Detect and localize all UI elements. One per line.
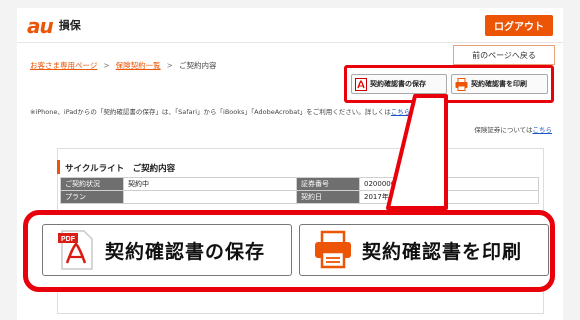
pdf-large-icon: PDF: [53, 230, 99, 270]
breadcrumb-current: ご契約内容: [178, 61, 217, 70]
contract-section-title: サイクルライト ご契約内容: [65, 164, 176, 174]
table-header-cell: プラン: [60, 190, 124, 204]
au-sonpo-logo[interactable]: au 損保: [27, 16, 81, 36]
breadcrumb: お客さま専用ページ > 保険契約一覧 > ご契約内容: [30, 60, 216, 71]
contract-info-table: ご契約状況 契約中 証券番号 020000631 00000 プラン 契約日 2…: [60, 177, 539, 204]
breadcrumb-separator: >: [103, 61, 110, 70]
back-button[interactable]: 前のページへ戻る: [453, 45, 555, 65]
table-cell: 020000631 00000: [359, 177, 539, 191]
save-confirmation-button[interactable]: 契約確認書の保存: [351, 74, 447, 94]
breadcrumb-contract-list-link[interactable]: 保険契約一覧: [116, 60, 161, 71]
policy-note: 保険証券についてはこちら: [474, 124, 552, 134]
logo-text: 損保: [58, 19, 81, 32]
policy-link[interactable]: こちら: [533, 126, 553, 134]
table-cell: 契約中: [123, 177, 297, 191]
logo-mark: au: [27, 14, 54, 38]
logout-button[interactable]: ログアウト: [485, 15, 553, 36]
section-title-accent: [57, 160, 60, 174]
print-button-label: 契約確認書を印刷: [471, 80, 527, 88]
printer-icon: [455, 77, 468, 91]
callout-save-button[interactable]: PDF 契約確認書の保存: [42, 224, 292, 276]
faq-link[interactable]: こちら(FAQ): [391, 108, 428, 116]
policy-note-text: 保険証券については: [474, 126, 533, 134]
callout-save-label: 契約確認書の保存: [105, 240, 266, 263]
print-confirmation-button[interactable]: 契約確認書を印刷: [451, 74, 548, 94]
iphone-note-text: ※iPhone、iPadからの「契約確認書の保存」は、「Safari」から「iB…: [30, 108, 391, 116]
pdf-icon: [355, 77, 367, 91]
iphone-note: ※iPhone、iPadからの「契約確認書の保存」は、「Safari」から「iB…: [30, 106, 428, 116]
breadcrumb-separator: >: [166, 61, 173, 70]
table-cell: [123, 190, 297, 204]
table-header-cell: 契約日: [296, 190, 360, 204]
table-row: ご契約状況 契約中 証券番号 020000631 00000: [60, 177, 539, 191]
callout-print-label: 契約確認書を印刷: [362, 240, 523, 263]
table-header-cell: ご契約状況: [60, 177, 124, 191]
callout-print-button[interactable]: 契約確認書を印刷: [299, 224, 549, 276]
printer-large-icon: [310, 230, 356, 270]
breadcrumb-mypage-link[interactable]: お客さま専用ページ: [30, 60, 97, 71]
header: au 損保 ログアウト: [17, 8, 563, 43]
table-cell: 2017年0: [359, 190, 539, 204]
save-button-label: 契約確認書の保存: [370, 80, 426, 88]
pdf-icon-label: PDF: [61, 236, 76, 243]
table-header-cell: 証券番号: [296, 177, 360, 191]
table-row: プラン 契約日 2017年0: [60, 190, 539, 204]
